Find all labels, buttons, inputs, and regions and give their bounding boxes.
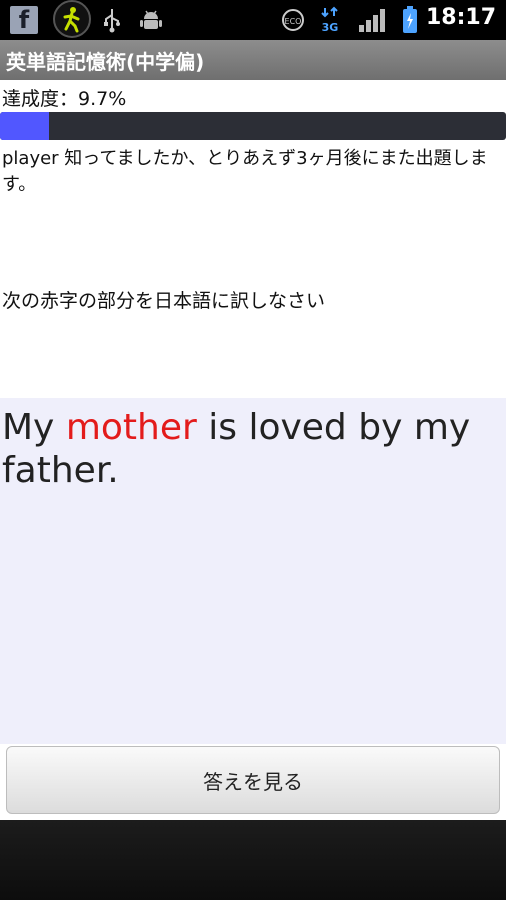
app-title: 英単語記憶術(中学偏) [0,40,506,80]
3g-icon: 3G [320,6,340,34]
sentence-before: My [2,407,66,448]
progress-fill [0,112,50,140]
eco-label: ECO [285,17,302,26]
question-panel: My mother is loved by my father. [0,398,506,744]
running-man-icon [53,0,91,38]
instruction-text: 次の赤字の部分を日本語に訳しなさい [2,290,326,312]
android-debug-icon [138,6,164,34]
status-bar: f ECO 3G 18:17 [0,0,506,40]
question-sentence: My mother is loved by my father. [2,406,502,492]
achievement-label: 達成度：9.7% [2,88,127,110]
facebook-icon: f [10,6,38,34]
eco-icon: ECO [282,6,304,34]
highlighted-word: mother [65,407,197,448]
clock: 18:17 [425,5,496,30]
bottom-bar [0,820,506,900]
status-message: player 知ってましたか、とりあえず3ヶ月後にまた出題します。 [2,148,488,195]
show-answer-button[interactable]: 答えを見る [6,746,500,814]
progress-bar [0,112,506,140]
battery-icon [402,6,418,34]
network-label: 3G [322,21,339,34]
signal-icon [357,6,387,34]
usb-icon [100,6,124,34]
bottom-bar-inner [0,820,506,900]
